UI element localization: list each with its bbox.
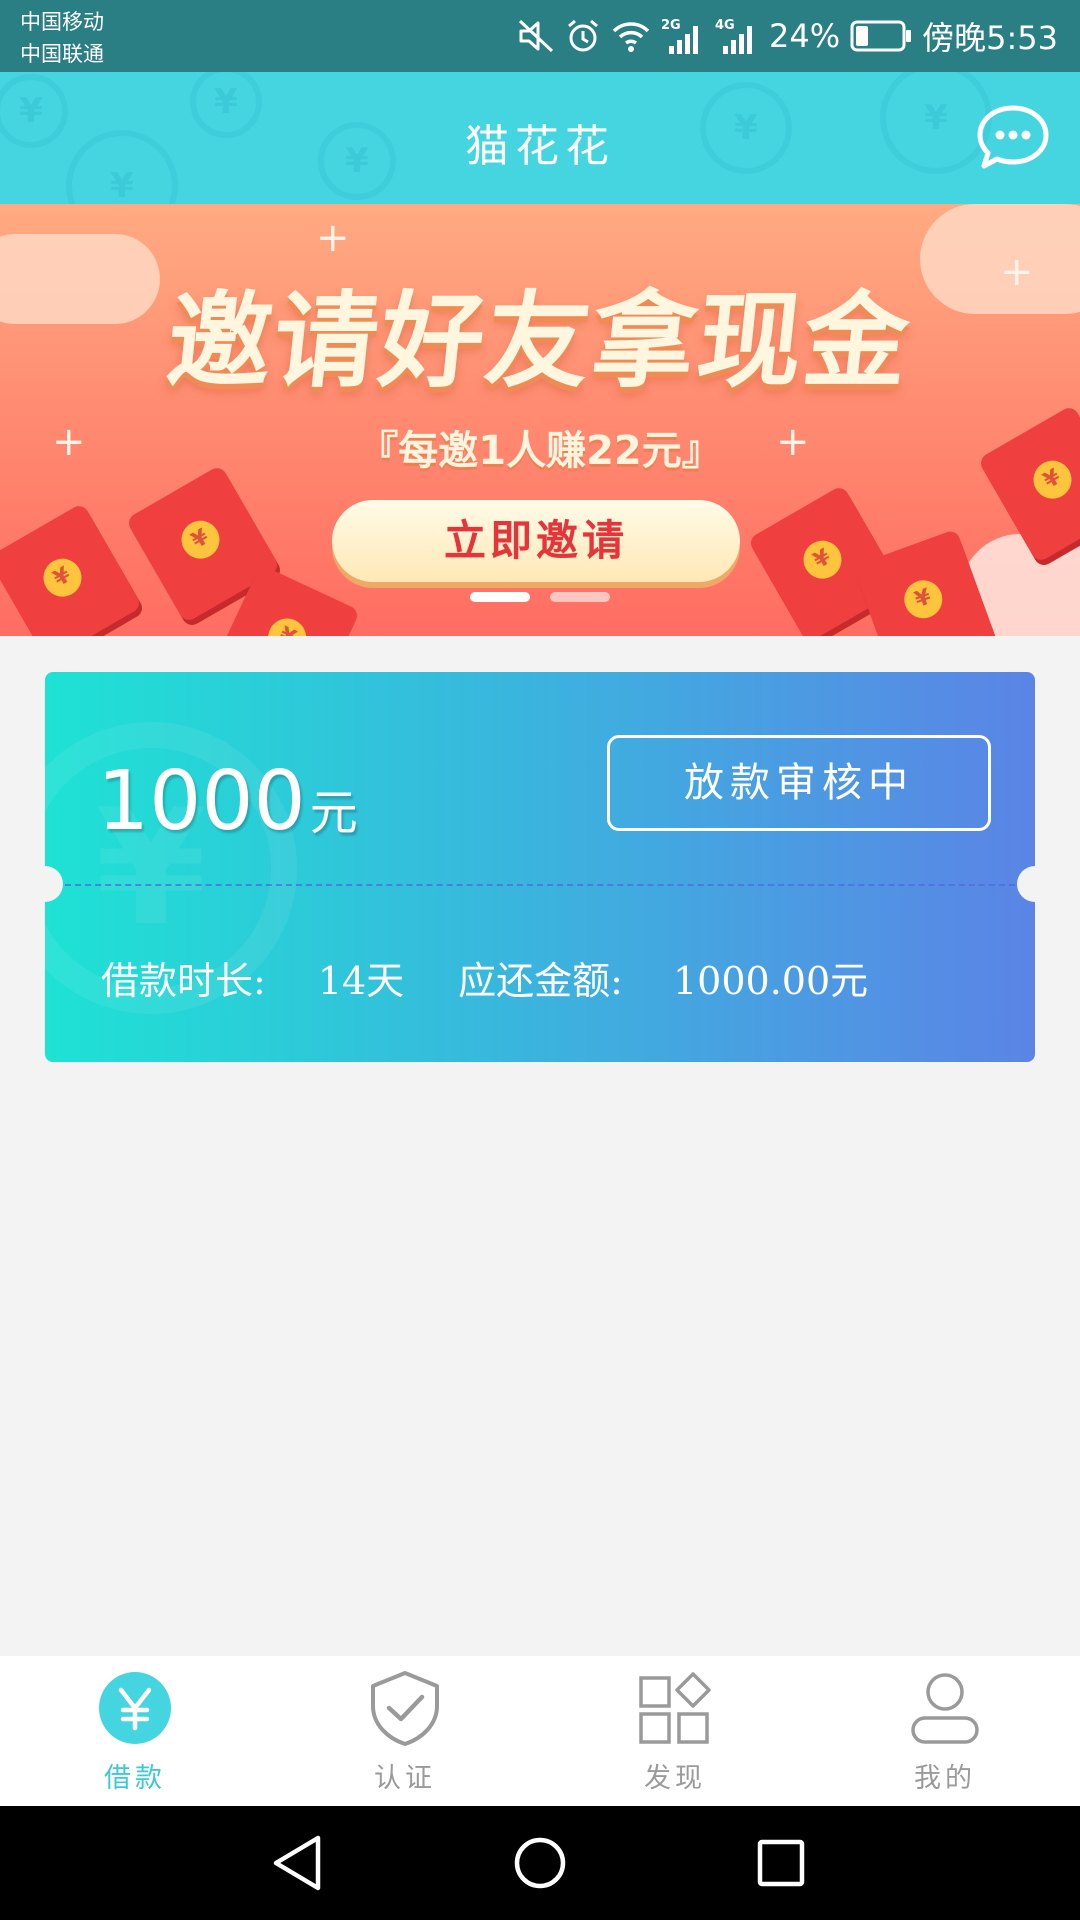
page-title: 猫花花 (465, 121, 615, 172)
tab-mine-label: 我的 (914, 1763, 976, 1794)
loan-details: 借款时长: 14天 应还金额: 1000.00元 (101, 950, 868, 1005)
loan-amount-value: 1000 (97, 754, 306, 849)
carrier-2: 中国联通 (20, 42, 104, 66)
tab-verify[interactable]: 认证 (270, 1656, 540, 1806)
tab-discover-label: 发现 (644, 1763, 706, 1794)
duration-label: 借款时长: (101, 959, 266, 1003)
system-nav-bar (0, 1806, 1080, 1920)
loan-status-button[interactable]: 放款审核中 (607, 735, 991, 831)
tab-mine[interactable]: 我的 (810, 1656, 1080, 1806)
tab-loan-label: 借款 (104, 1763, 166, 1794)
promo-banner[interactable]: + + + + 邀请好友拿现金 『每邀1人赚22元』 立即邀请 (0, 204, 1080, 636)
mute-icon (518, 19, 554, 53)
banner-subline: 『每邀1人赚22元』 (358, 428, 722, 474)
status-bar: 中国移动 中国联通 2G 4G 24% 傍晚5:53 (0, 0, 1080, 72)
shield-check-icon (371, 1671, 439, 1746)
tab-loan[interactable]: 借款 (0, 1656, 270, 1806)
recents-icon[interactable] (746, 1828, 816, 1898)
banner-pagination (0, 592, 1080, 602)
chat-bubble-icon[interactable] (976, 102, 1050, 172)
banner-dot-2[interactable] (550, 592, 610, 602)
user-icon (911, 1673, 979, 1744)
loan-amount-unit: 元 (309, 785, 358, 841)
grid-icon (639, 1672, 711, 1744)
home-icon[interactable] (505, 1828, 575, 1898)
carrier-info: 中国移动 中国联通 (20, 6, 104, 70)
battery-percent: 24% (769, 17, 841, 55)
svg-text:4G: 4G (715, 18, 735, 33)
duration-value: 14天 (317, 959, 405, 1003)
loan-amount: 1000元 (97, 754, 358, 849)
status-time: 傍晚5:53 (922, 19, 1058, 57)
banner-headline: 邀请好友拿现金 (161, 280, 917, 402)
svg-text:2G: 2G (661, 18, 681, 33)
repay-label: 应还金额: (458, 959, 623, 1003)
sparkle-icon: + (316, 215, 350, 261)
status-icons: 2G 4G 24% 傍晚5:53 (517, 0, 1058, 72)
tab-discover[interactable]: 发现 (540, 1656, 810, 1806)
card-notch-right (1017, 866, 1035, 902)
title-bar: ¥ ¥ ¥ ¥ ¥ ¥ 猫花花 (0, 72, 1080, 204)
battery-icon (850, 20, 912, 52)
banner-dot-1[interactable] (470, 592, 530, 602)
bottom-tab-bar: 借款 认证 发现 我的 (0, 1656, 1080, 1806)
red-envelope-decoration (0, 502, 143, 636)
invite-button[interactable]: 立即邀请 (332, 500, 740, 582)
tab-verify-label: 认证 (374, 1763, 436, 1794)
back-icon[interactable] (264, 1828, 334, 1898)
wifi-icon (612, 22, 650, 52)
repay-value: 1000.00元 (672, 959, 869, 1003)
alarm-icon (568, 19, 598, 52)
signal-4g-icon: 4G (715, 18, 752, 54)
carrier-1: 中国移动 (20, 10, 104, 34)
signal-2g-icon: 2G (661, 18, 698, 54)
loan-card[interactable]: ¥ 1000元 放款审核中 借款时长: 14天 应还金额: 1000.00元 (45, 672, 1035, 1062)
yuan-icon (99, 1672, 171, 1744)
card-divider (65, 884, 1015, 886)
